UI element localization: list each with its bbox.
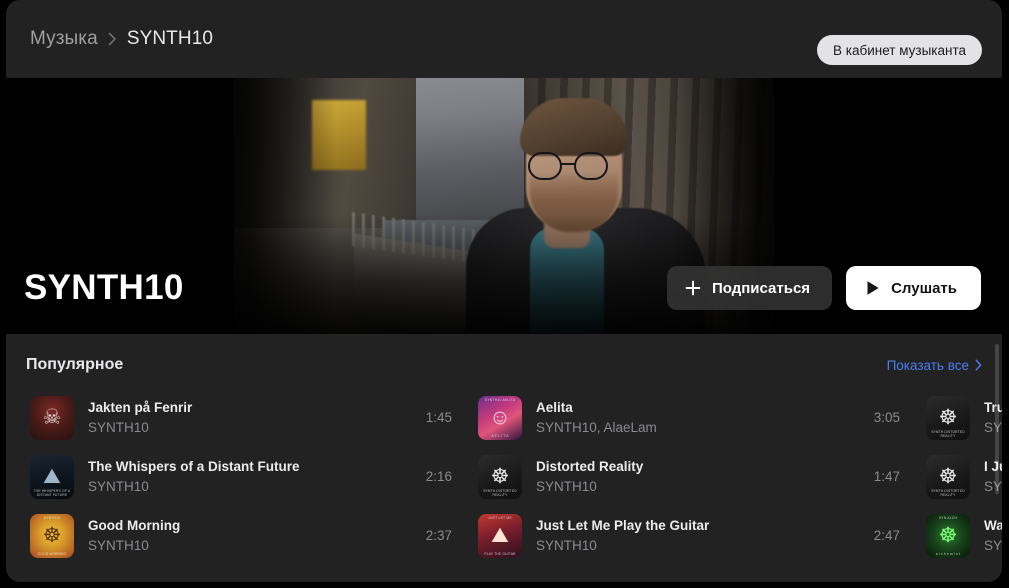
vertical-scrollbar[interactable] (995, 344, 999, 580)
track-row[interactable]: ☸ SYNTH DISTORTED REALITY Distorted Real… (468, 447, 916, 506)
track-row[interactable]: ☸ SYNTH DISTORTED REALITY I Ju SY (916, 447, 1002, 506)
track-meta: Tru SY (984, 398, 1002, 437)
cover-glyph-icon: ☺ (489, 405, 511, 429)
album-cover-art: ☸ SYNTH DISTORTED REALITY (926, 395, 970, 440)
track-title: The Whispers of a Distant Future (88, 459, 300, 474)
cover-capline: THE WHISPERS OF A DISTANT FUTURE (33, 488, 71, 497)
cover-capline: SYNTH DISTORTED REALITY (483, 488, 517, 497)
track-row[interactable]: ⛰ THE WHISPERS OF A DISTANT FUTURE The W… (20, 447, 468, 506)
cover-capline: SYNTH DISTORTED REALITY (931, 429, 965, 438)
album-cover-art: ⛰ THE WHISPERS OF A DISTANT FUTURE (30, 454, 74, 499)
breadcrumb-item-music[interactable]: Музыка (30, 28, 98, 50)
track-row[interactable]: JUST LET ME ⛰ PLAY THE GUITAR Just Let M… (468, 506, 916, 565)
cover-capline: PLAY THE GUITAR (484, 551, 516, 556)
artist-hero-banner: SYNTH10 Подписаться Слушать (6, 78, 1002, 334)
play-icon (866, 280, 880, 296)
track-duration: 2:16 (425, 469, 452, 484)
cover-capline: a l c h e m i s t (935, 551, 961, 556)
photo-glasses-right (574, 152, 608, 180)
track-title: Good Morning (88, 518, 181, 533)
track-row[interactable]: SYNTH10 ☸ GOOD MORNING Good Morning SYNT… (20, 506, 468, 565)
breadcrumb-item-current: SYNTH10 (126, 28, 214, 49)
cover-glyph-icon: ☸ (42, 524, 62, 547)
subscribe-button[interactable]: Подписаться (666, 266, 833, 310)
photo-glasses-bridge (561, 163, 576, 166)
track-artist: SYNTH10, AlaeLam (536, 420, 657, 435)
subscribe-label: Подписаться (711, 279, 811, 297)
track-meta: Aelita SYNTH10, AlaeLam (536, 398, 864, 437)
music-artist-page: Музыка SYNTH10 В кабинет музыканта SYNTH… (6, 0, 1002, 582)
track-duration: 3:05 (873, 410, 900, 425)
track-duration: 2:47 (873, 528, 900, 543)
track-meta: Wa SY (984, 516, 1002, 555)
album-cover-art: ☠ (30, 395, 74, 440)
album-cover-art: JUST LET ME ⛰ PLAY THE GUITAR (478, 513, 522, 558)
track-title: Distorted Reality (536, 459, 644, 474)
track-artist: SYNTH10 (88, 479, 149, 494)
track-artist: SY (984, 420, 1002, 435)
track-title: Tru (984, 400, 1002, 415)
track-row[interactable]: SYNTH10 AELITA ☺ A E L I T A Aelita SYNT… (468, 388, 916, 447)
listen-button[interactable]: Слушать (846, 266, 981, 310)
show-all-label: Показать все (886, 357, 969, 373)
tracks-column-2: SYNTH10 AELITA ☺ A E L I T A Aelita SYNT… (468, 388, 916, 565)
track-meta: The Whispers of a Distant Future SYNTH10 (88, 457, 416, 496)
cover-capline: GOOD MORNING (37, 551, 67, 556)
track-artist: SYNTH10 (536, 479, 597, 494)
cover-glyph-icon: ☠ (42, 406, 62, 429)
scrollbar-thumb[interactable] (995, 344, 999, 494)
chevron-right-icon (108, 32, 117, 46)
popular-section: Популярное Показать все ☠ Jakten på Fenr… (6, 334, 1002, 565)
tracks-column-3: ☸ SYNTH DISTORTED REALITY Tru SY ☸ SYNTH… (916, 388, 1002, 565)
track-duration: 2:37 (425, 528, 452, 543)
album-cover-art: ☸ SYNTH DISTORTED REALITY (478, 454, 522, 499)
cover-capline: A E L I T A (491, 433, 509, 438)
tracks-column-1: ☠ Jakten på Fenrir SYNTH10 1:45 ⛰ THE WH… (20, 388, 468, 565)
track-title: I Ju (984, 459, 1002, 474)
chevron-right-icon (975, 359, 982, 371)
show-all-link[interactable]: Показать все (887, 358, 982, 373)
album-cover-art: ☸ SYNTH DISTORTED REALITY (926, 454, 970, 499)
cover-capline: SYNTH DISTORTED REALITY (931, 488, 965, 497)
top-bar: Музыка SYNTH10 В кабинет музыканта (6, 0, 1002, 78)
track-row[interactable]: ☠ Jakten på Fenrir SYNTH10 1:45 (20, 388, 468, 447)
album-cover-art: SYNTH10 ☸ GOOD MORNING (30, 513, 74, 558)
track-row[interactable]: ☸ SYNTH DISTORTED REALITY Tru SY (916, 388, 1002, 447)
track-artist: SY (984, 479, 1002, 494)
popular-section-title: Популярное (26, 356, 124, 373)
track-meta: Just Let Me Play the Guitar SYNTH10 (536, 516, 864, 555)
photo-person-hair (520, 98, 628, 156)
breadcrumb: Музыка SYNTH10 (30, 28, 213, 50)
track-title: Wa (984, 518, 1002, 533)
track-title: Aelita (536, 400, 573, 415)
track-duration: 1:45 (425, 410, 452, 425)
track-meta: Jakten på Fenrir SYNTH10 (88, 398, 416, 437)
photo-glasses-left (528, 152, 562, 180)
track-artist: SY (984, 538, 1002, 553)
listen-label: Слушать (891, 279, 957, 297)
track-artist: SYNTH10 (88, 420, 149, 435)
album-cover-art: SYNTH10 AELITA ☺ A E L I T A (478, 395, 522, 440)
album-cover-art: SYN ALCH ☸ a l c h e m i s t (926, 513, 970, 558)
track-meta: I Ju SY (984, 457, 1002, 496)
popular-tracks-grid: ☠ Jakten på Fenrir SYNTH10 1:45 ⛰ THE WH… (6, 388, 1002, 565)
track-meta: Good Morning SYNTH10 (88, 516, 416, 555)
popular-section-header: Популярное Показать все (6, 352, 1002, 378)
track-row[interactable]: SYN ALCH ☸ a l c h e m i s t Wa SY (916, 506, 1002, 565)
track-title: Just Let Me Play the Guitar (536, 518, 710, 533)
track-title: Jakten på Fenrir (88, 400, 193, 415)
artist-name-title: SYNTH10 (24, 268, 184, 307)
plus-icon (685, 280, 701, 296)
cover-glyph-icon: ⛰ (491, 523, 509, 547)
hero-action-buttons: Подписаться Слушать (666, 266, 981, 310)
track-meta: Distorted Reality SYNTH10 (536, 457, 864, 496)
track-artist: SYNTH10 (536, 538, 597, 553)
track-artist: SYNTH10 (88, 538, 149, 553)
track-duration: 1:47 (873, 469, 900, 484)
cover-glyph-icon: ☸ (938, 524, 958, 547)
musician-cabinet-button[interactable]: В кабинет музыканта (817, 35, 982, 65)
